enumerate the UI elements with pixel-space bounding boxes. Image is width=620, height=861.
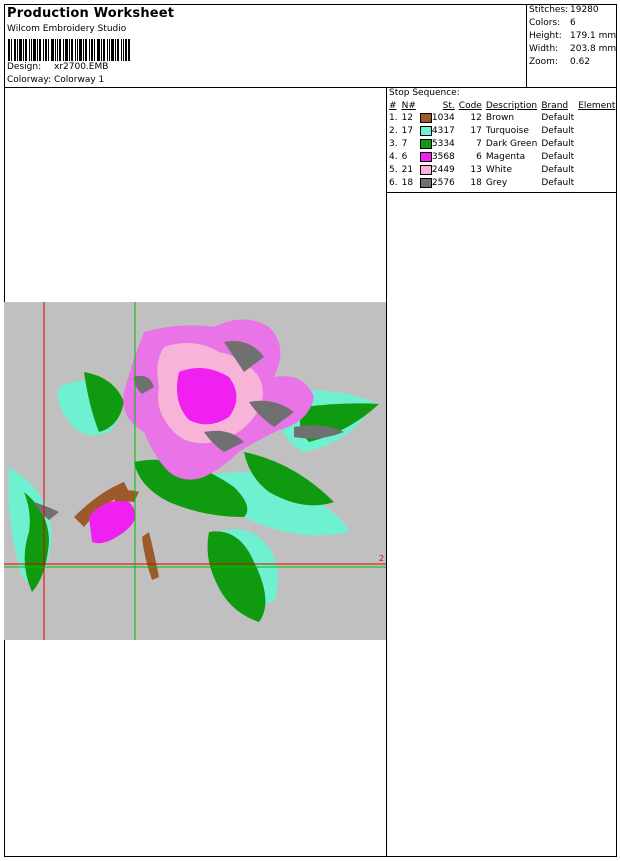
header-info: Production Worksheet Wilcom Embroidery S… [5, 4, 527, 88]
stop-brand: Default [541, 126, 575, 136]
stitch-count: 2576 [431, 178, 455, 188]
stat-width: Width: 203.8 mm [529, 44, 617, 54]
stitch-count: 3568 [431, 152, 455, 162]
design-stats: Stitches: 19280 Colors: 6 Height: 179.1 mm … [529, 4, 616, 69]
col-brand: Brand [541, 101, 569, 111]
company-name: Wilcom Embroidery Studio [7, 24, 127, 34]
stop-brand: Default [541, 152, 575, 162]
stop-needle: 6 [401, 152, 408, 162]
barcode [8, 39, 130, 61]
stat-stitches: Stitches: 19280 [529, 5, 599, 15]
stop-num: 2. [389, 126, 398, 136]
stop-stitches: 2449 [418, 164, 457, 177]
color-swatch [419, 164, 432, 175]
stop-needle: 17 [401, 126, 414, 136]
stop-num: 4. [389, 152, 398, 162]
stop-element [576, 138, 617, 151]
stop-element [576, 112, 617, 125]
stop-description: Dark Green [485, 139, 538, 149]
stop-element [576, 177, 617, 190]
stop-brand: Default [541, 165, 575, 175]
stop-row: 4. 6 3568 6 Magenta Default [387, 151, 617, 164]
stop-code: 7 [476, 139, 482, 149]
stop-brand: Default [541, 178, 575, 188]
stop-num: 3. [389, 139, 398, 149]
stop-brand: Default [541, 139, 575, 149]
col-num: # [389, 101, 397, 111]
stop-code: 18 [470, 178, 482, 188]
embroidery-design [4, 302, 386, 640]
page-title: Production Worksheet [7, 6, 175, 21]
stop-stitches: 4317 [418, 125, 457, 138]
design-row: Design: xr2700.EMB [7, 62, 108, 72]
stop-stitches: 3568 [418, 151, 457, 164]
col-description: Description [485, 101, 538, 111]
stitch-count: 1034 [431, 113, 455, 123]
stop-brand: Default [541, 113, 575, 123]
stop-code: 6 [476, 152, 482, 162]
panel-divider [386, 87, 387, 857]
color-swatch [419, 177, 432, 188]
stat-zoom: Zoom: 0.62 [529, 57, 591, 67]
color-swatch [419, 151, 432, 162]
stat-colors: Colors: 6 [529, 18, 576, 28]
stop-num: 1. [389, 113, 398, 123]
stop-needle: 18 [401, 178, 414, 188]
design-label: Design: [7, 62, 42, 72]
stop-needle: 7 [401, 139, 408, 149]
stop-row: 6. 18 2576 18 Grey Default [387, 177, 617, 190]
stop-row: 3. 7 5334 7 Dark Green Default [387, 138, 617, 151]
stop-stitches: 5334 [418, 138, 457, 151]
stop-table-header: # N# St. Code Description Brand Element [387, 100, 617, 112]
col-element: Element [578, 101, 616, 111]
guide-marker-label: 2 [379, 554, 385, 563]
stop-stitches: 1034 [418, 112, 457, 125]
header-divider [526, 4, 527, 88]
design-value: xr2700.EMB [54, 62, 109, 72]
stop-element [576, 151, 617, 164]
stop-description: Brown [485, 113, 515, 123]
stop-num: 5. [389, 165, 398, 175]
color-swatch [419, 138, 432, 149]
stop-description: Turquoise [485, 126, 529, 136]
stitch-count: 5334 [431, 139, 455, 149]
stop-description: Grey [485, 178, 508, 188]
stop-code: 12 [470, 113, 482, 123]
stop-sequence-title: Stop Sequence: [389, 88, 460, 98]
stitch-count: 2449 [431, 165, 455, 175]
stat-height: Height: 179.1 mm [529, 31, 617, 41]
colorway-label: Colorway: [7, 75, 52, 85]
stop-table-bottom-rule [386, 192, 617, 193]
col-st: St. [442, 101, 455, 111]
stop-row: 1. 12 1034 12 Brown Default [387, 112, 617, 125]
stop-row: 5. 21 2449 13 White Default [387, 164, 617, 177]
stop-description: Magenta [485, 152, 526, 162]
stop-code: 17 [470, 126, 482, 136]
stop-description: White [485, 165, 512, 175]
colorway-row: Colorway: Colorway 1 [7, 75, 104, 85]
colorway-value: Colorway 1 [54, 75, 105, 85]
design-preview [4, 302, 386, 640]
stop-needle: 12 [401, 113, 414, 123]
color-swatch [419, 112, 432, 123]
stop-row: 2. 17 4317 17 Turquoise Default [387, 125, 617, 138]
color-swatch [419, 125, 432, 136]
col-n: N# [401, 101, 416, 111]
stop-needle: 21 [401, 165, 414, 175]
stop-element [576, 125, 617, 138]
stop-element [576, 164, 617, 177]
stop-code: 13 [470, 165, 482, 175]
stop-num: 6. [389, 178, 398, 188]
stop-stitches: 2576 [418, 177, 457, 190]
header-bottom-rule [4, 87, 617, 88]
col-code: Code [458, 101, 482, 111]
stop-sequence-table: # N# St. Code Description Brand Element … [387, 100, 617, 190]
stitch-count: 4317 [431, 126, 455, 136]
